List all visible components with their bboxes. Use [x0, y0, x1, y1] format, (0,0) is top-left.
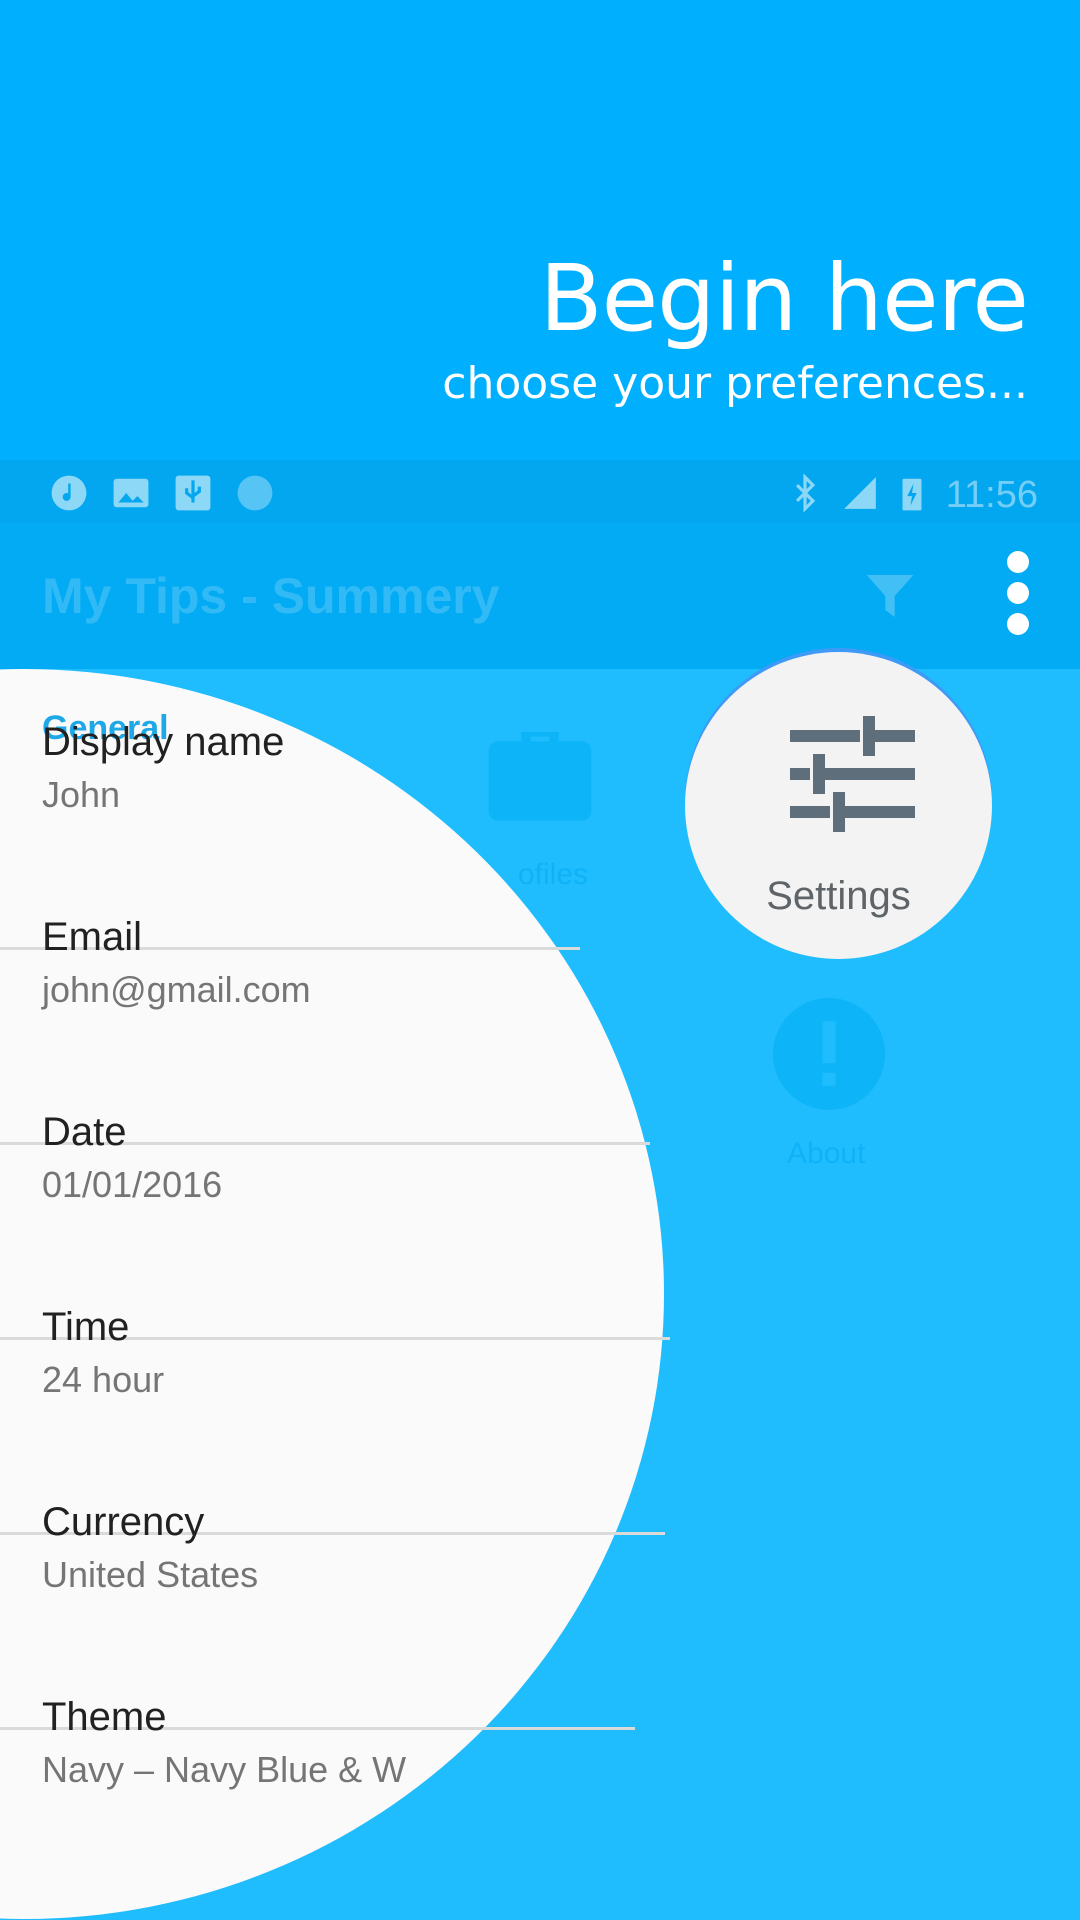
intro-title: Begin here [539, 245, 1029, 352]
intro-subtitle: choose your preferences... [442, 358, 1028, 409]
filter-icon[interactable] [862, 565, 918, 627]
preference-summary: 24 hour [42, 1359, 165, 1400]
app-bar: My Tips - Summery [0, 523, 1080, 669]
preference-summary: John [42, 774, 121, 815]
preference-title: Currency [42, 1500, 205, 1544]
preference-item[interactable]: Theme Navy – Navy Blue & W [0, 1667, 700, 1862]
overflow-menu-icon[interactable] [1000, 551, 1036, 647]
bluetooth-icon [795, 474, 816, 512]
battery-charging-icon [902, 478, 922, 511]
preference-title: Theme [42, 1695, 167, 1739]
usb-icon [175, 475, 211, 511]
preference-title: Email [42, 915, 143, 959]
status-time: 11:56 [945, 474, 1038, 516]
preference-summary: Navy – Navy Blue & W [42, 1749, 407, 1790]
status-bar: 11:56 [0, 460, 1080, 523]
preference-summary: 01/01/2016 [42, 1164, 223, 1205]
preference-summary: United States [42, 1554, 259, 1595]
circle-icon [237, 475, 273, 511]
music-icon [51, 475, 87, 511]
app-title: My Tips - Summery [42, 568, 500, 624]
preference-item[interactable]: Currency United States [0, 1472, 700, 1667]
preference-title: Date [42, 1110, 127, 1154]
intro-banner: Begin here choose your preferences... [0, 0, 1080, 462]
image-icon [113, 478, 149, 508]
preference-item[interactable]: Time 24 hour [0, 1277, 700, 1472]
preferences-panel: General Display name John Email john@gmail.… [0, 669, 1080, 1920]
preference-item[interactable]: Date 01/01/2016 [0, 1082, 700, 1277]
preference-title: Display name [42, 720, 285, 764]
preference-item[interactable]: Email john@gmail.com [0, 887, 700, 1082]
preference-summary: john@gmail.com [42, 969, 311, 1010]
signal-icon [844, 477, 876, 509]
preference-title: Time [42, 1305, 130, 1349]
preference-item[interactable]: Display name John [0, 692, 700, 887]
